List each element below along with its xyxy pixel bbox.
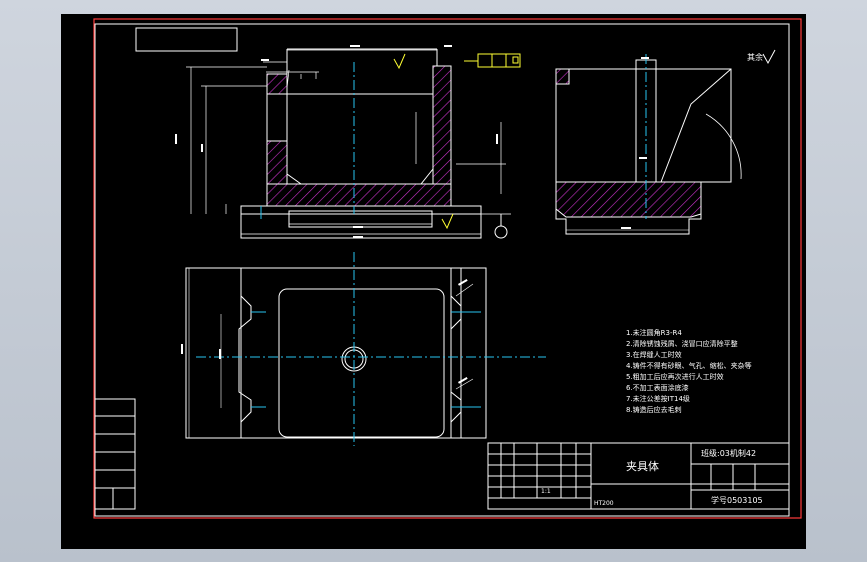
svg-text:6.不加工表面涂底漆: 6.不加工表面涂底漆 [626,383,689,392]
top-view [181,252,546,446]
svg-text:其余: 其余 [747,52,763,62]
code-box [135,27,238,52]
svg-text:4.铸件不得有砂眼、气孔、缩松、夹杂等: 4.铸件不得有砂眼、气孔、缩松、夹杂等 [626,361,752,370]
front-section-view [175,45,521,239]
roughness-note: 其余 [747,49,776,65]
svg-text:5.粗加工后应再次进行人工时效: 5.粗加工后应再次进行人工时效 [626,372,724,381]
svg-text:学号0503105: 学号0503105 [711,495,763,505]
svg-text:2.清除锈蚀残屑、浇冒口应清除平整: 2.清除锈蚀残屑、浇冒口应清除平整 [626,339,738,348]
svg-text:8.铸造后应去毛刺: 8.铸造后应去毛刺 [626,405,682,414]
signature-strip [94,398,136,510]
svg-text:7.未注公差按IT14级: 7.未注公差按IT14级 [626,394,690,403]
svg-text:班级:03机制42: 班级:03机制42 [701,448,756,458]
svg-text:3.在焊缝人工时效: 3.在焊缝人工时效 [626,350,682,359]
side-section-view [555,54,742,235]
svg-text:1.未注圆角R3-R4: 1.未注圆角R3-R4 [626,328,682,337]
cad-viewer: 其余 1.未注圆角R3-R4 2.清除锈蚀残屑、浇冒口应清除平整 3.在焊缝人工… [0,0,867,562]
title-block: 夹具体 班级:03机制42 学号0503105 HT200 1:1 [487,442,790,510]
svg-text:1:1: 1:1 [541,488,551,495]
svg-text:夹具体: 夹具体 [626,459,659,473]
svg-text:HT200: HT200 [594,500,614,507]
drawing-canvas[interactable]: 其余 1.未注圆角R3-R4 2.清除锈蚀残屑、浇冒口应清除平整 3.在焊缝人工… [61,14,806,549]
tech-notes: 1.未注圆角R3-R4 2.清除锈蚀残屑、浇冒口应清除平整 3.在焊缝人工时效 … [626,328,752,414]
drawing-svg: 其余 1.未注圆角R3-R4 2.清除锈蚀残屑、浇冒口应清除平整 3.在焊缝人工… [93,18,802,519]
